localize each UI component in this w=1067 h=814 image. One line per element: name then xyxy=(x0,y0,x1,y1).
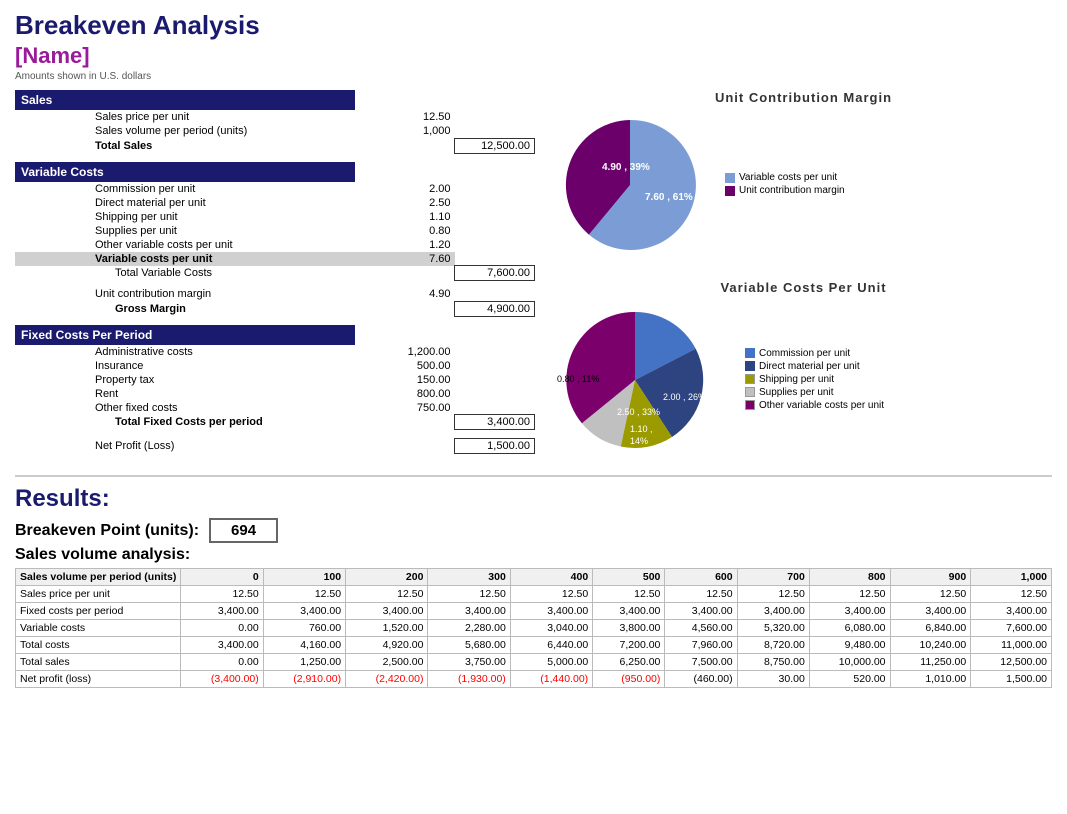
main-title: Breakeven Analysis xyxy=(15,10,1052,41)
rent-label: Rent xyxy=(15,387,375,401)
sales-volume-title: Sales volume analysis: xyxy=(15,546,1052,564)
volume-header-row: Sales volume per period (units)010020030… xyxy=(16,569,1052,586)
chart1-title: Unit Contribution Margin xyxy=(555,90,1052,105)
legend2-item3: Shipping per unit xyxy=(759,374,834,385)
breakeven-label: Breakeven Point (units): xyxy=(15,522,199,540)
legend2-item2: Direct material per unit xyxy=(759,361,860,372)
property-tax-label: Property tax xyxy=(15,373,375,387)
shipping-value: 1.10 xyxy=(375,210,455,224)
name-subtitle: [Name] xyxy=(15,43,1052,69)
volume-table-row: Variable costs0.00760.001,520.002,280.00… xyxy=(16,620,1052,637)
results-section: Results: Breakeven Point (units): 694 Sa… xyxy=(15,475,1052,688)
variable-costs-chart: 2.00 , 26% 1.10 , 14% 2.50 , 33% 0.80 , … xyxy=(555,300,735,460)
chart1-legend: Variable costs per unit Unit contributio… xyxy=(725,172,845,198)
commission-value: 2.00 xyxy=(375,182,455,196)
volume-table-row: Total costs3,400.004,160.004,920.005,680… xyxy=(16,637,1052,654)
breakeven-value: 694 xyxy=(209,518,278,543)
legend2-item4: Supplies per unit xyxy=(759,387,834,398)
admin-costs-value: 1,200.00 xyxy=(375,345,455,359)
subtitle: Amounts shown in U.S. dollars xyxy=(15,71,1052,82)
legend2-item5: Other variable costs per unit xyxy=(759,400,884,411)
insurance-value: 500.00 xyxy=(375,359,455,373)
chart2-legend: Commission per unit Direct material per … xyxy=(745,348,884,413)
svg-text:4.90 , 39%: 4.90 , 39% xyxy=(602,162,650,173)
legend1-item1: Variable costs per unit xyxy=(739,172,837,183)
svg-text:7.60 , 61%: 7.60 , 61% xyxy=(645,192,693,203)
gross-margin-value: 4,900.00 xyxy=(455,301,535,316)
variable-costs-per-unit-label: Variable costs per unit xyxy=(15,252,375,266)
total-fixed-label: Total Fixed Costs per period xyxy=(15,415,375,430)
supplies-label: Supplies per unit xyxy=(15,224,375,238)
direct-material-value: 2.50 xyxy=(375,196,455,210)
results-title: Results: xyxy=(15,485,1052,513)
other-variable-label: Other variable costs per unit xyxy=(15,238,375,252)
legend2-item1: Commission per unit xyxy=(759,348,850,359)
supplies-value: 0.80 xyxy=(375,224,455,238)
chart2-title: Variable Costs Per Unit xyxy=(555,280,1052,295)
variable-costs-header: Variable Costs xyxy=(15,162,355,182)
sales-header: Sales xyxy=(15,90,355,110)
volume-table-row: Fixed costs per period3,400.003,400.003,… xyxy=(16,603,1052,620)
breakeven-row: Breakeven Point (units): 694 xyxy=(15,518,1052,543)
svg-text:2.50 , 33%: 2.50 , 33% xyxy=(617,407,660,417)
gross-margin-label: Gross Margin xyxy=(15,301,375,316)
svg-text:14%: 14% xyxy=(630,436,648,446)
property-tax-value: 150.00 xyxy=(375,373,455,387)
volume-table-body: Sales price per unit12.5012.5012.5012.50… xyxy=(16,586,1052,688)
total-fixed-value: 3,400.00 xyxy=(455,415,535,430)
direct-material-label: Direct material per unit xyxy=(15,196,375,210)
unit-contribution-label: Unit contribution margin xyxy=(15,287,375,301)
svg-text:0.80 , 11%: 0.80 , 11% xyxy=(557,374,599,384)
total-sales-value: 12,500.00 xyxy=(455,138,535,153)
legend1-item2: Unit contribution margin xyxy=(739,185,845,196)
variable-costs-per-unit-value: 7.60 xyxy=(375,252,455,266)
svg-text:2.00 , 26%: 2.00 , 26% xyxy=(663,392,706,402)
volume-table-row: Total sales0.001,250.002,500.003,750.005… xyxy=(16,654,1052,671)
sales-price-value: 12.50 xyxy=(375,110,455,124)
sales-price-label: Sales price per unit xyxy=(15,110,375,124)
volume-table-row: Net profit (loss)(3,400.00)(2,910.00)(2,… xyxy=(16,671,1052,688)
net-profit-label: Net Profit (Loss) xyxy=(15,439,433,454)
net-profit-value: 1,500.00 xyxy=(455,439,535,454)
shipping-label: Shipping per unit xyxy=(15,210,375,224)
other-fixed-label: Other fixed costs xyxy=(15,401,375,415)
insurance-label: Insurance xyxy=(15,359,375,373)
fixed-costs-header: Fixed Costs Per Period xyxy=(15,325,355,345)
svg-text:1.10 ,: 1.10 , xyxy=(630,424,653,434)
total-variable-label: Total Variable Costs xyxy=(15,266,375,281)
sales-volume-value: 1,000 xyxy=(375,124,455,138)
admin-costs-label: Administrative costs xyxy=(15,345,375,359)
commission-label: Commission per unit xyxy=(15,182,375,196)
volume-analysis-table: Sales volume per period (units)010020030… xyxy=(15,568,1052,688)
total-variable-value: 7,600.00 xyxy=(455,266,535,281)
sales-volume-label: Sales volume per period (units) xyxy=(15,124,375,138)
total-sales-label: Total Sales xyxy=(15,138,375,153)
other-variable-value: 1.20 xyxy=(375,238,455,252)
rent-value: 800.00 xyxy=(375,387,455,401)
volume-table-row: Sales price per unit12.5012.5012.5012.50… xyxy=(16,586,1052,603)
unit-contribution-chart: 4.90 , 39% 7.60 , 61% xyxy=(555,110,715,260)
unit-contribution-value: 4.90 xyxy=(375,287,455,301)
other-fixed-value: 750.00 xyxy=(375,401,455,415)
